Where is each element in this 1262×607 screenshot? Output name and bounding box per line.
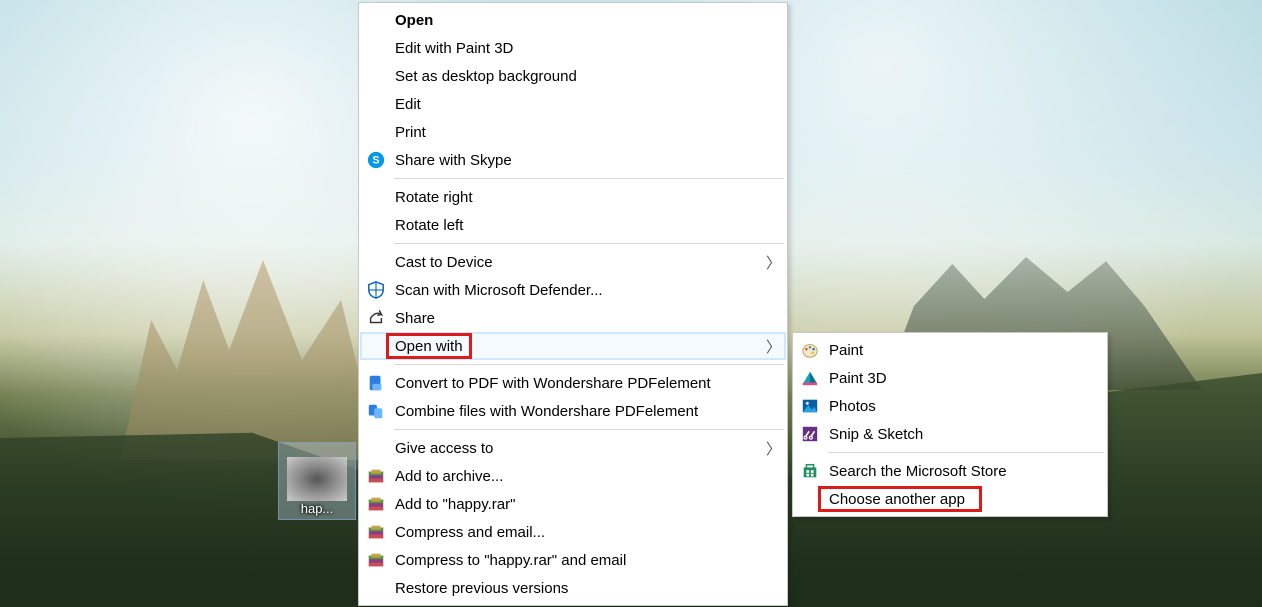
menu-cast-to-device-label: Cast to Device [395,254,493,271]
menu-rotate-left-label: Rotate left [395,217,463,234]
menu-add-to-archive-label: Add to archive... [395,468,503,485]
winrar-icon [366,494,386,514]
submenu-snip-sketch-label: Snip & Sketch [829,426,923,443]
menu-share[interactable]: Share [360,304,786,332]
menu-compress-email-label: Compress and email... [395,524,545,541]
skype-icon: S [366,150,386,170]
submenu-photos[interactable]: Photos [794,392,1106,420]
menu-restore-previous-versions[interactable]: Restore previous versions [360,574,786,602]
menu-separator [394,178,784,179]
menu-set-desktop-bg-label: Set as desktop background [395,68,577,85]
menu-separator [394,243,784,244]
menu-edit[interactable]: Edit [360,90,786,118]
paint3d-icon [800,368,820,388]
menu-pdf-combine[interactable]: Combine files with Wondershare PDFelemen… [360,397,786,425]
menu-restore-previous-versions-label: Restore previous versions [395,580,568,597]
snip-icon [800,424,820,444]
file-thumbnail [287,457,347,501]
menu-edit-paint3d-label: Edit with Paint 3D [395,40,513,57]
submenu-paint[interactable]: Paint [794,336,1106,364]
defender-icon [366,280,386,300]
menu-compress-named-email-label: Compress to "happy.rar" and email [395,552,626,569]
menu-scan-defender-label: Scan with Microsoft Defender... [395,282,603,299]
menu-share-label: Share [395,310,435,327]
paint-icon [800,340,820,360]
file-label: hap... [279,501,355,519]
submenu-paint-label: Paint [829,342,863,359]
menu-separator [394,364,784,365]
desktop-wallpaper: hap... Open Edit with Paint 3D Set as de… [0,0,1262,607]
submenu-snip-sketch[interactable]: Snip & Sketch [794,420,1106,448]
menu-give-access-to[interactable]: Give access to 〉 [360,434,786,462]
menu-separator [394,429,784,430]
share-icon [366,308,386,328]
menu-compress-email[interactable]: Compress and email... [360,518,786,546]
photos-icon [800,396,820,416]
menu-set-desktop-bg[interactable]: Set as desktop background [360,62,786,90]
file-context-menu: Open Edit with Paint 3D Set as desktop b… [358,2,788,606]
menu-separator [828,452,1104,453]
menu-open-label: Open [395,12,433,29]
svg-text:S: S [372,155,379,167]
menu-add-to-named-rar[interactable]: Add to "happy.rar" [360,490,786,518]
menu-scan-defender[interactable]: Scan with Microsoft Defender... [360,276,786,304]
winrar-icon [366,466,386,486]
submenu-photos-label: Photos [829,398,876,415]
submenu-arrow-icon: 〉 [766,438,776,459]
submenu-arrow-icon: 〉 [766,336,776,357]
menu-edit-paint3d[interactable]: Edit with Paint 3D [360,34,786,62]
winrar-icon [366,522,386,542]
menu-pdf-convert-label: Convert to PDF with Wondershare PDFeleme… [395,375,711,392]
msstore-icon [800,461,820,481]
wallpaper-mountain-left [120,260,380,460]
submenu-paint3d-label: Paint 3D [829,370,887,387]
winrar-icon [366,550,386,570]
menu-add-to-archive[interactable]: Add to archive... [360,462,786,490]
menu-print[interactable]: Print [360,118,786,146]
submenu-arrow-icon: 〉 [766,252,776,273]
submenu-paint3d[interactable]: Paint 3D [794,364,1106,392]
pdf-combine-icon [366,401,386,421]
menu-open-with-label: Open with [395,338,463,355]
menu-rotate-right-label: Rotate right [395,189,473,206]
submenu-choose-another-app[interactable]: Choose another app [794,485,1106,513]
menu-open[interactable]: Open [360,6,786,34]
menu-pdf-combine-label: Combine files with Wondershare PDFelemen… [395,403,698,420]
menu-share-skype-label: Share with Skype [395,152,512,169]
menu-share-skype[interactable]: S Share with Skype [360,146,786,174]
menu-add-to-named-rar-label: Add to "happy.rar" [395,496,515,513]
menu-open-with[interactable]: Open with 〉 [360,332,786,360]
submenu-search-ms-store[interactable]: Search the Microsoft Store [794,457,1106,485]
menu-give-access-to-label: Give access to [395,440,493,457]
menu-pdf-convert[interactable]: Convert to PDF with Wondershare PDFeleme… [360,369,786,397]
submenu-choose-another-app-label: Choose another app [829,491,965,508]
menu-cast-to-device[interactable]: Cast to Device 〉 [360,248,786,276]
menu-rotate-left[interactable]: Rotate left [360,211,786,239]
menu-print-label: Print [395,124,426,141]
menu-edit-label: Edit [395,96,421,113]
menu-compress-named-email[interactable]: Compress to "happy.rar" and email [360,546,786,574]
open-with-submenu: Paint Paint 3D Photos Snip & Sketch S [792,332,1108,517]
submenu-search-ms-store-label: Search the Microsoft Store [829,463,1007,480]
menu-rotate-right[interactable]: Rotate right [360,183,786,211]
desktop-file-icon[interactable]: hap... [278,442,356,520]
pdf-convert-icon [366,373,386,393]
